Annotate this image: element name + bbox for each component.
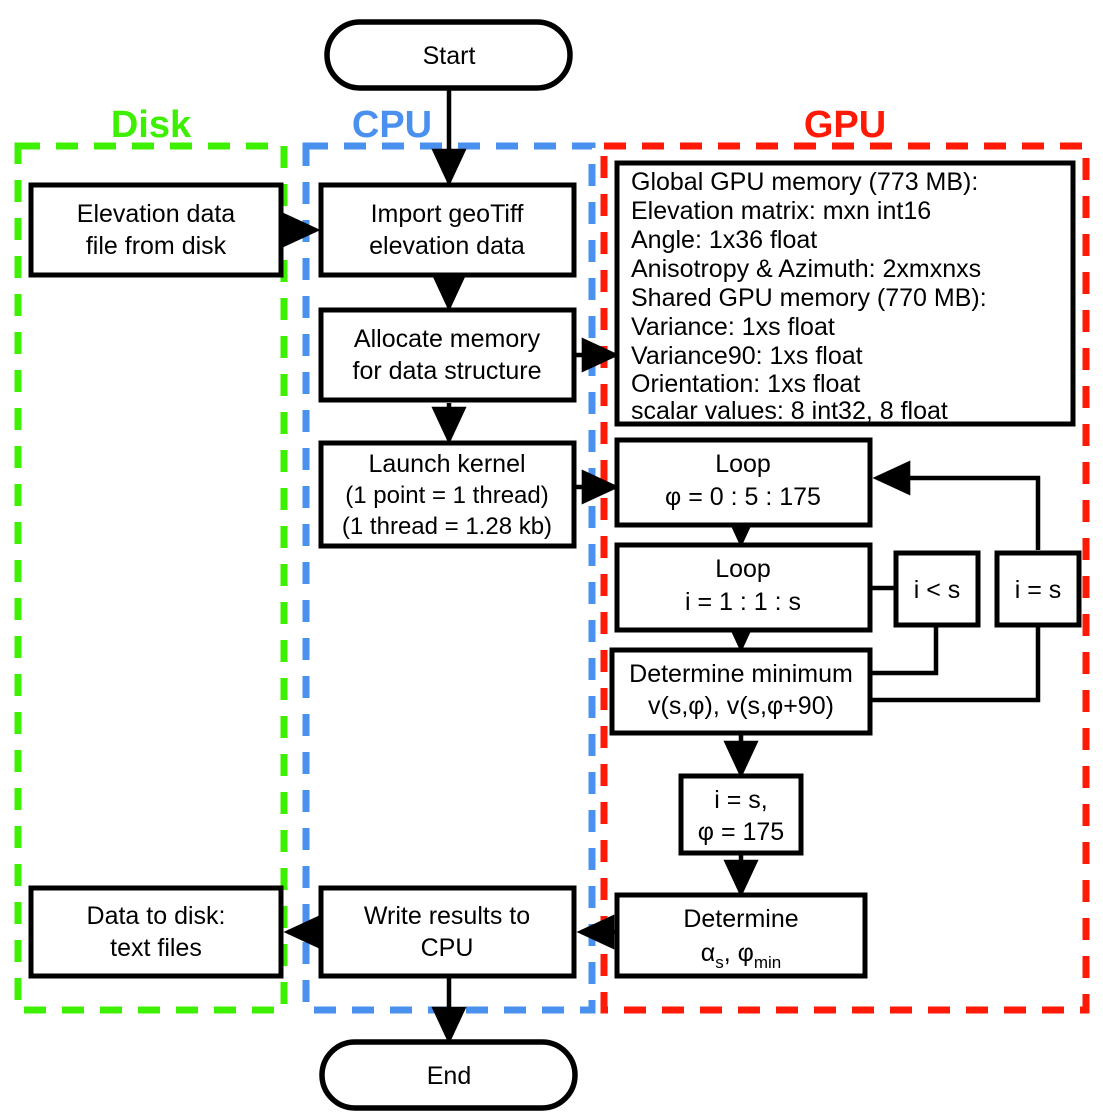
formula-phi-subscript: min — [754, 953, 781, 972]
formula-phi: φ — [738, 939, 754, 967]
gpu-memory-line-4: Anisotropy & Azimuth: 2xmxnxs — [631, 255, 981, 283]
node-import-geotiff[interactable] — [318, 182, 577, 278]
node-write-results-line1: Write results to — [364, 902, 530, 930]
node-loop-phi-line2: φ = 0 : 5 : 175 — [665, 483, 821, 511]
node-end-label: End — [427, 1062, 471, 1090]
node-launch-kernel-line3: (1 thread = 1.28 kb) — [342, 513, 552, 540]
edge-ieqs-to-loopphi — [872, 460, 1041, 550]
node-elevation-file-line1: Elevation data — [77, 200, 236, 228]
formula-separator: , — [724, 939, 738, 967]
formula-alpha: α — [701, 939, 715, 967]
gpu-memory-line-6: Variance: 1xs float — [631, 313, 835, 341]
node-write-results-line2: CPU — [421, 934, 474, 962]
node-allocate-memory[interactable] — [318, 307, 577, 403]
edge-determinemin-to-ilts — [868, 625, 939, 676]
node-data-to-disk-line1: Data to disk: — [87, 902, 226, 930]
node-loop-phi-line1: Loop — [715, 450, 771, 478]
gpu-memory-line-3: Angle: 1x36 float — [631, 226, 817, 254]
gpu-memory-line-7: Variance90: 1xs float — [631, 342, 863, 370]
node-data-to-disk-line2: text files — [110, 934, 202, 962]
node-loop-i-line2: i = 1 : 1 : s — [685, 588, 801, 616]
node-i-equals-s-label: i = s — [1015, 576, 1062, 604]
group-label-gpu: GPU — [804, 104, 886, 146]
node-determine-alpha-phi-line1: Determine — [683, 905, 798, 933]
gpu-memory-line-9: scalar values: 8 int32, 8 float — [631, 397, 948, 425]
gpu-memory-line-1: Global GPU memory (773 MB): — [631, 168, 978, 196]
flowchart-canvas: Disk CPU GPU Start End Elevation data fi… — [0, 0, 1103, 1117]
gpu-memory-line-8: Orientation: 1xs float — [631, 370, 860, 398]
edge-determinemin-to-ieqs — [868, 625, 1041, 703]
node-import-geotiff-line2: elevation data — [369, 232, 525, 260]
node-final-indices-line2: φ = 175 — [698, 818, 784, 846]
node-allocate-memory-line2: for data structure — [353, 357, 542, 385]
node-start-label: Start — [423, 42, 476, 70]
node-import-geotiff-line1: Import geoTiff — [371, 200, 524, 228]
formula-alpha-subscript: s — [715, 953, 724, 972]
node-determine-minimum-line2: v(s,φ), v(s,φ+90) — [648, 692, 834, 720]
group-label-disk: Disk — [111, 104, 192, 146]
node-elevation-file-line2: file from disk — [86, 232, 227, 260]
node-determine-minimum-line1: Determine minimum — [629, 660, 853, 688]
node-loop-i-line1: Loop — [715, 555, 771, 583]
gpu-memory-line-5: Shared GPU memory (770 MB): — [631, 284, 987, 312]
node-i-less-than-s-label: i < s — [914, 576, 961, 604]
node-launch-kernel-line1: Launch kernel — [368, 450, 525, 478]
node-elevation-file[interactable] — [28, 182, 284, 278]
gpu-memory-line-2: Elevation matrix: mxn int16 — [631, 197, 931, 225]
node-allocate-memory-line1: Allocate memory — [354, 325, 541, 353]
group-label-cpu: CPU — [352, 104, 432, 146]
node-launch-kernel-line2: (1 point = 1 thread) — [345, 482, 548, 509]
node-final-indices-line1: i = s, — [714, 786, 768, 814]
